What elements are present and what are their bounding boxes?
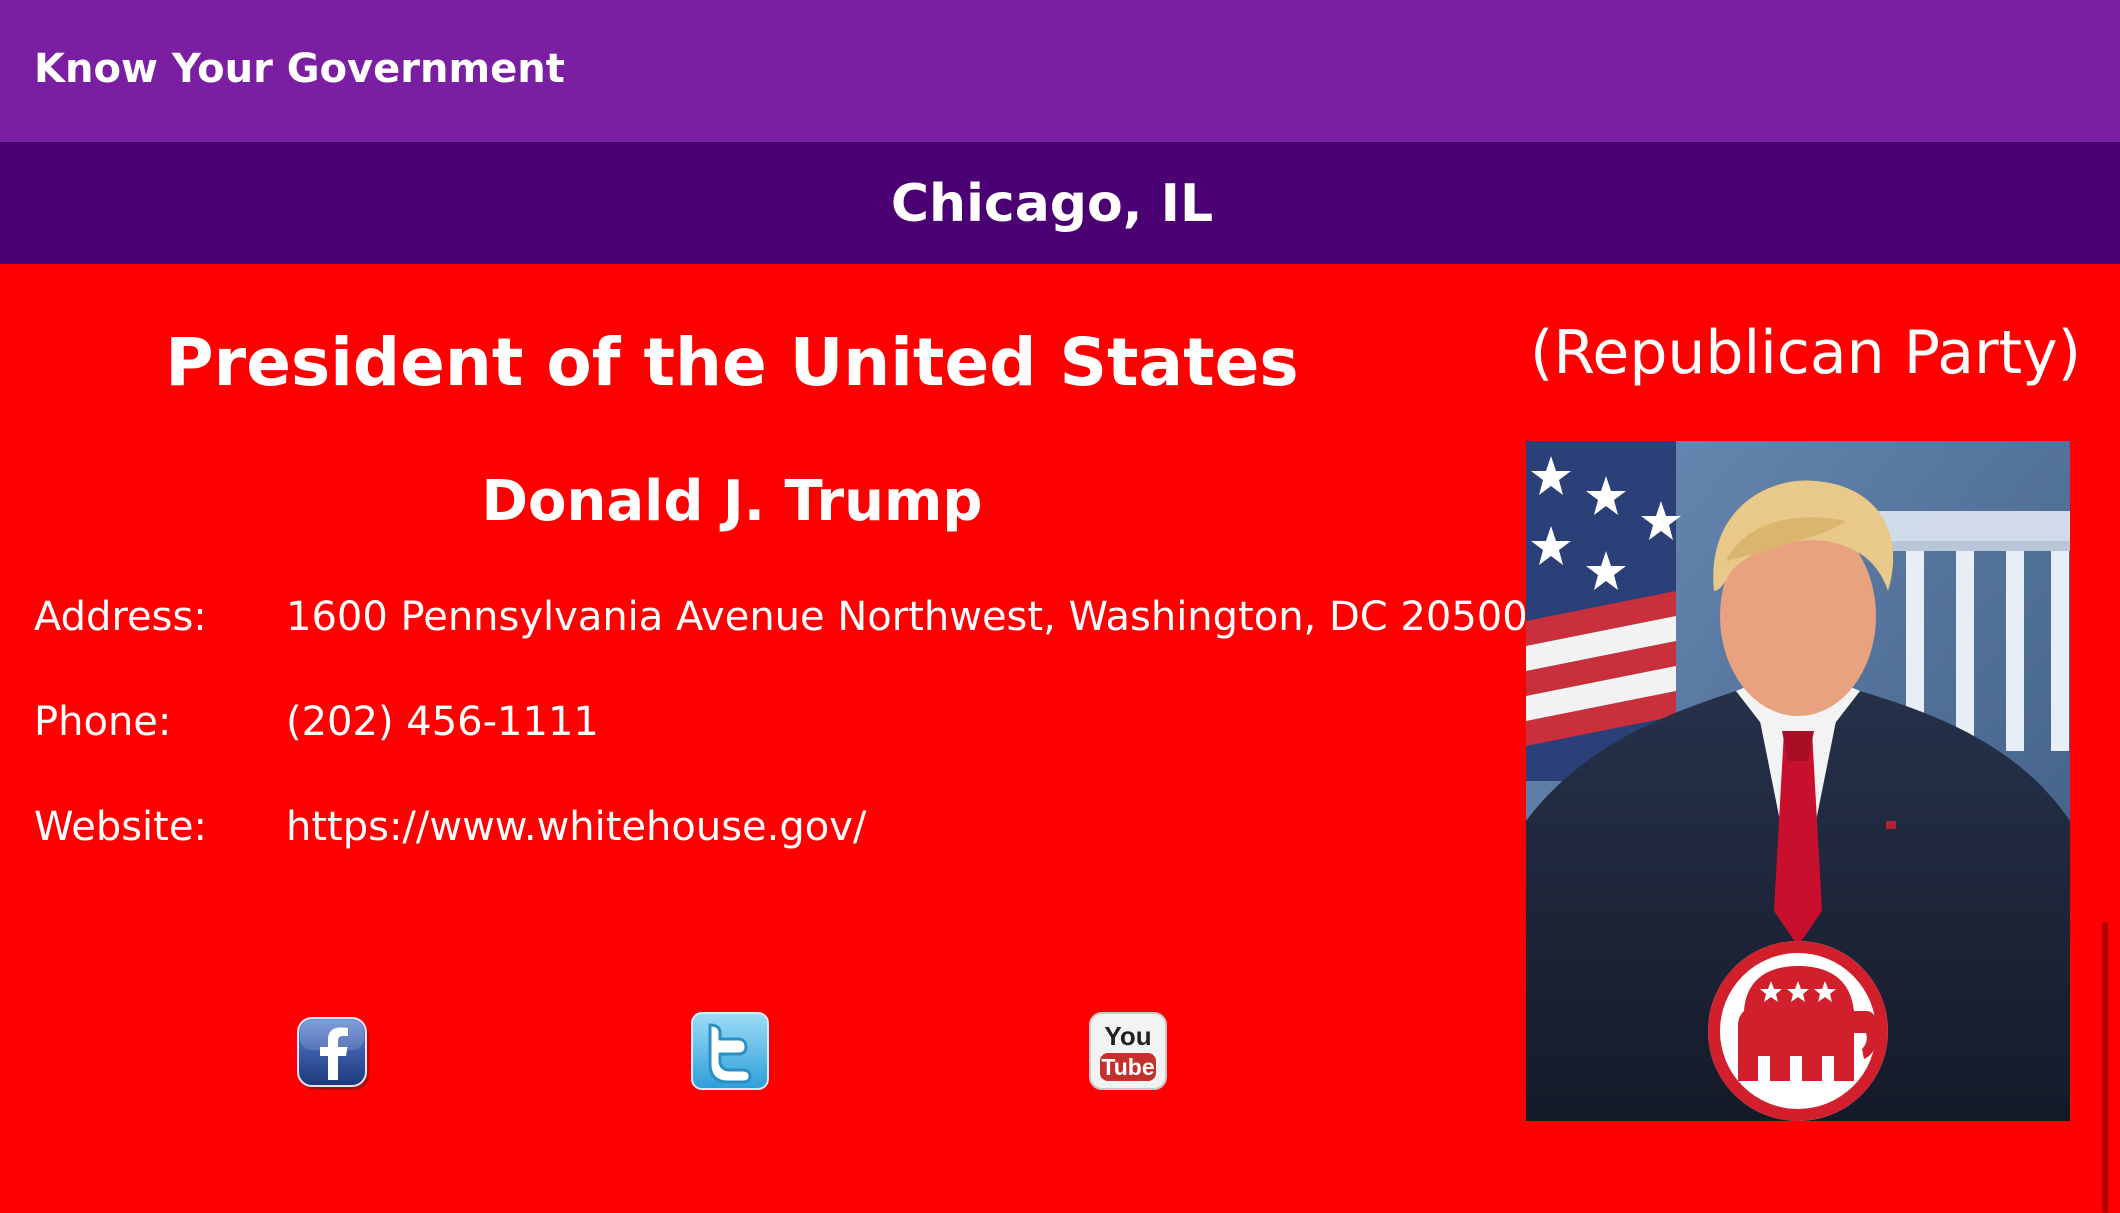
facebook-button[interactable] xyxy=(294,1014,374,1094)
location-label: Chicago, IL xyxy=(890,174,1214,234)
website-link[interactable]: https://www.whitehouse.gov/ xyxy=(286,804,866,850)
address-value[interactable]: 1600 Pennsylvania Avenue Northwest, Wash… xyxy=(286,594,1528,640)
phone-label: Phone: xyxy=(34,699,172,745)
address-label: Address: xyxy=(34,594,207,640)
app-title: Know Your Government xyxy=(34,46,565,92)
phone-value[interactable]: (202) 456-1111 xyxy=(286,699,599,745)
youtube-tube-text: Tube xyxy=(1101,1054,1154,1080)
official-photo[interactable] xyxy=(1526,441,2070,1121)
app-root: Know Your Government Chicago, IL Preside… xyxy=(0,0,2120,1213)
facebook-icon xyxy=(297,1017,369,1090)
party-label: (Republican Party) xyxy=(1530,318,2082,388)
office-title: President of the United States xyxy=(165,324,1299,401)
scrollbar[interactable] xyxy=(2102,922,2108,1213)
official-details: President of the United States (Republic… xyxy=(0,264,2120,1213)
twitter-icon xyxy=(691,1012,769,1090)
app-bar: Know Your Government xyxy=(0,0,2120,142)
youtube-button[interactable]: You Tube xyxy=(1088,1011,1168,1091)
twitter-button[interactable] xyxy=(690,1011,770,1091)
website-label: Website: xyxy=(34,804,207,850)
location-bar: Chicago, IL xyxy=(0,142,2120,264)
official-portrait-image xyxy=(1526,441,2070,1121)
youtube-icon: You Tube xyxy=(1089,1012,1167,1090)
youtube-you-text: You xyxy=(1104,1021,1151,1051)
official-name: Donald J. Trump xyxy=(481,469,983,534)
